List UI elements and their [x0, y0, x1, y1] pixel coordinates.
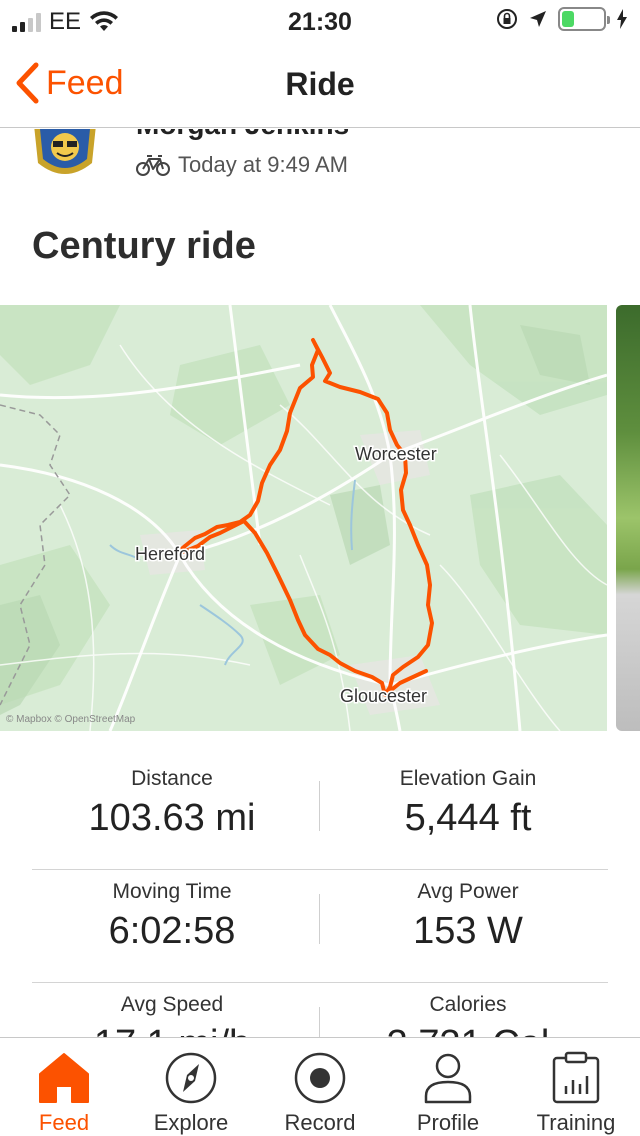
divider	[319, 894, 320, 944]
stats-grid: Distance 103.63 mi Elevation Gain 5,444 …	[32, 757, 608, 1037]
tab-label: Feed	[38, 1110, 90, 1135]
navigation-bar: Feed Ride	[0, 40, 640, 128]
stat-value: 103.63 mi	[88, 797, 256, 839]
stat-value: 3,731 Cal	[328, 1023, 608, 1037]
page-title: Ride	[285, 66, 355, 102]
divider	[319, 1007, 320, 1037]
home-icon	[39, 1053, 89, 1103]
stat-label: Elevation Gain	[399, 767, 537, 790]
stat-label: Avg Speed	[120, 993, 224, 1016]
stat-distance: Distance 103.63 mi	[32, 767, 312, 840]
tab-label: Record	[284, 1110, 356, 1135]
map-attribution[interactable]: © Mapbox © OpenStreetMap	[6, 714, 135, 725]
map-canvas: Worcester Hereford Gloucester	[0, 305, 607, 731]
tab-explore[interactable]: Explore	[127, 1048, 255, 1136]
map-label-hereford: Hereford	[135, 544, 205, 564]
charging-bolt-icon	[617, 9, 627, 29]
tab-profile[interactable]: Profile	[384, 1048, 512, 1136]
stat-avg-speed: Avg Speed 17.1 mi/h	[32, 993, 312, 1037]
record-icon	[294, 1052, 346, 1104]
divider	[319, 781, 320, 831]
activity-detail: Morgan Jenkins Today at 9:49 AM Century …	[0, 129, 640, 1037]
stat-label: Distance	[131, 767, 213, 790]
stat-label: Moving Time	[112, 880, 232, 903]
stat-calories: Calories 3,731 Cal	[328, 993, 608, 1037]
route-map[interactable]: Worcester Hereford Gloucester © Mapbox ©…	[0, 305, 607, 731]
training-icon	[552, 1051, 600, 1104]
stat-value: 17.1 mi/h	[32, 1023, 312, 1037]
stat-row: Moving Time 6:02:58 Avg Power 153 W	[32, 870, 608, 983]
athlete-header: Morgan Jenkins Today at 9:49 AM	[30, 129, 630, 189]
tab-bar: Feed Explore Record Profile Training	[0, 1037, 640, 1136]
stat-label: Calories	[429, 993, 507, 1016]
stat-value: 5,444 ft	[404, 797, 532, 839]
stat-row: Distance 103.63 mi Elevation Gain 5,444 …	[32, 757, 608, 870]
stat-value: 6:02:58	[108, 910, 236, 952]
activity-timestamp: Today at 9:49 AM	[178, 152, 348, 177]
tab-feed[interactable]: Feed	[0, 1048, 128, 1136]
tab-record[interactable]: Record	[256, 1048, 384, 1136]
tab-label: Profile	[416, 1110, 480, 1135]
stat-label: Avg Power	[417, 880, 519, 903]
ride-meta: Today at 9:49 AM	[136, 152, 348, 178]
athlete-name[interactable]: Morgan Jenkins	[136, 129, 349, 141]
stat-value: 153 W	[413, 910, 523, 952]
tab-label: Explore	[153, 1110, 229, 1135]
tab-training[interactable]: Training	[512, 1048, 640, 1136]
map-label-gloucester: Gloucester	[340, 686, 427, 706]
stat-elevation: Elevation Gain 5,444 ft	[328, 767, 608, 840]
stat-avg-power: Avg Power 153 W	[328, 880, 608, 953]
map-label-worcester: Worcester	[355, 444, 437, 464]
orientation-lock-icon	[497, 9, 517, 29]
tab-label: Training	[536, 1110, 616, 1135]
avatar[interactable]	[30, 129, 126, 185]
activity-title: Century ride	[32, 225, 256, 267]
activity-photo[interactable]	[616, 305, 640, 731]
compass-icon	[165, 1052, 217, 1104]
bicycle-icon	[136, 155, 170, 176]
profile-icon	[424, 1053, 472, 1104]
location-arrow-icon	[530, 11, 546, 27]
status-bar: EE 21:30	[0, 0, 640, 40]
stat-moving-time: Moving Time 6:02:58	[32, 880, 312, 953]
battery-icon	[558, 7, 610, 31]
stat-row: Avg Speed 17.1 mi/h Calories 3,731 Cal	[32, 983, 608, 1037]
